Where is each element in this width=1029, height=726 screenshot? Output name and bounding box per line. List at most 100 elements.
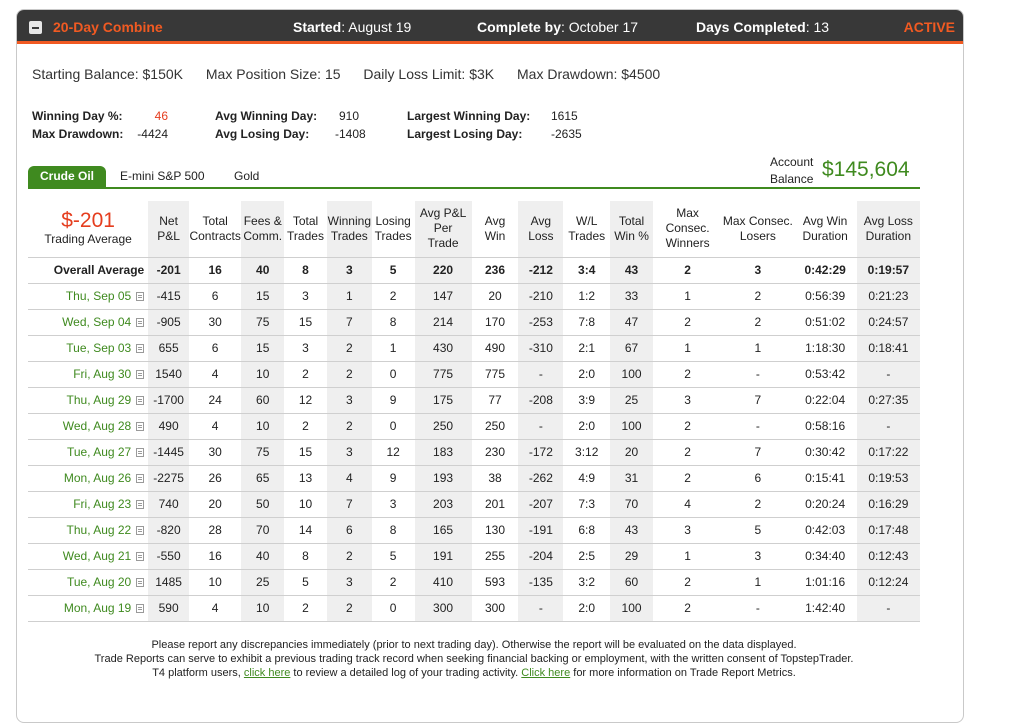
- table-cell: 490: [471, 335, 519, 362]
- winning-day-label: Winning Day %:: [32, 109, 123, 123]
- table-cell: 2:0: [563, 595, 611, 622]
- table-row[interactable]: Wed, Aug 28 490 4 10 2 2 0 250 250-2:0 100 2-0:58:…: [28, 413, 920, 440]
- table-cell: 2:0: [563, 413, 611, 440]
- table-cell: 6: [188, 335, 242, 362]
- table-cell: 201: [471, 491, 519, 518]
- table-cell: 0:17:48: [856, 517, 920, 544]
- table-cell: 2: [326, 335, 372, 362]
- table-cell: 1: [652, 543, 723, 570]
- table-row[interactable]: Thu, Sep 05 -415 6 15 3 1 2 147 20 -210 1:2 33 1 2 0:5…: [28, 283, 920, 310]
- table-cell: 2: [326, 595, 372, 622]
- table-cell: 430: [414, 335, 472, 362]
- table-cell: 67: [610, 335, 653, 362]
- footer-notes: Please report any discrepancies immediat…: [28, 638, 920, 680]
- largest-losing-label: Largest Losing Day:: [407, 127, 523, 141]
- table-row[interactable]: Tue, Aug 20 1485 10 25 5 3 2 410 593 -135 3:2 60 2 1 1…: [28, 569, 920, 596]
- report-doc-icon[interactable]: [136, 448, 145, 458]
- row-date[interactable]: Wed, Aug 21: [28, 543, 149, 570]
- row-date[interactable]: Mon, Aug 26: [28, 465, 149, 492]
- metrics-link[interactable]: Click here: [521, 667, 570, 679]
- report-doc-icon[interactable]: [136, 344, 145, 354]
- stats-col-2: Avg Winning Day: 910 Avg Losing Day: -1408: [215, 107, 366, 143]
- table-row[interactable]: Thu, Aug 29 -1700 24 60 12 3 9 175 77 -208 3:9 25 3 7…: [28, 387, 920, 414]
- table-cell: 20: [610, 439, 653, 466]
- tab-crude-oil[interactable]: Crude Oil: [28, 166, 107, 187]
- row-date[interactable]: Fri, Aug 30: [28, 361, 149, 388]
- table-cell: -262: [518, 465, 564, 492]
- table-cell: 191: [414, 543, 472, 570]
- table-row[interactable]: Wed, Sep 04 -905 30 75 15 7 8 214 170 -253 7:8 47 2 2…: [28, 309, 920, 336]
- table-cell: 8: [371, 517, 415, 544]
- report-doc-icon[interactable]: [136, 422, 145, 432]
- collapse-icon[interactable]: [29, 21, 42, 34]
- table-cell: 2: [652, 361, 723, 388]
- report-doc-icon[interactable]: [136, 474, 145, 484]
- row-date[interactable]: Tue, Aug 27: [28, 439, 149, 466]
- table-cell: -550: [148, 543, 189, 570]
- table-cell: 10: [284, 491, 327, 518]
- table-cell: 15: [241, 283, 285, 310]
- row-date[interactable]: Wed, Sep 04: [28, 309, 149, 336]
- table-cell: 1: [722, 569, 794, 596]
- tab-emini-sp500[interactable]: E-mini S&P 500: [108, 166, 217, 187]
- report-doc-icon[interactable]: [136, 318, 145, 328]
- table-cell: 1:01:16: [793, 569, 857, 596]
- row-date[interactable]: Thu, Aug 29: [28, 387, 149, 414]
- table-cell: -2275: [148, 465, 189, 492]
- row-date[interactable]: Mon, Aug 19: [28, 595, 149, 622]
- table-cell: 40: [241, 543, 285, 570]
- table-cell: 8: [284, 256, 327, 284]
- starting-balance: Starting Balance: $150K: [32, 66, 183, 82]
- report-doc-icon[interactable]: [136, 526, 145, 536]
- table-row[interactable]: Wed, Aug 21 -550 16 40 8 2 5 191 255 -204 2:5 29 1 3 0…: [28, 543, 920, 570]
- table-cell: 2: [326, 543, 372, 570]
- started-info: Started: August 19: [293, 19, 412, 35]
- max-drawdown-limit: Max Drawdown: $4500: [517, 66, 661, 82]
- table-row[interactable]: Mon, Aug 26 -2275 26 65 13 4 9 193 38 -262 4:9 31 2 6…: [28, 465, 920, 492]
- tab-gold[interactable]: Gold: [222, 166, 271, 187]
- table-cell: 2: [652, 439, 723, 466]
- column-header: Losing Trades: [374, 213, 412, 243]
- table-cell: 6: [326, 517, 372, 544]
- report-doc-icon[interactable]: [136, 604, 145, 614]
- table-row[interactable]: Tue, Sep 03 655 6 15 3 2 1 430 490 -310 2:1 67 1 1 1:1…: [28, 335, 920, 362]
- table-row[interactable]: Tue, Aug 27 -1445 30 75 15 3 12 183 230 -172 3:12 2…: [28, 439, 920, 466]
- stats-col-1: Winning Day %: 46 Max Drawdown: -4424: [32, 107, 168, 143]
- table-cell: 20: [188, 491, 242, 518]
- table-cell: 220: [414, 256, 472, 284]
- row-date[interactable]: Wed, Aug 28: [28, 413, 149, 440]
- report-doc-icon[interactable]: [136, 552, 145, 562]
- row-date[interactable]: Fri, Aug 23: [28, 491, 149, 518]
- table-cell: 8: [284, 543, 327, 570]
- table-row[interactable]: Mon, Aug 19 590 4 10 2 2 0 300 300-2:0 100 2-1:42:…: [28, 595, 920, 622]
- report-doc-icon[interactable]: [136, 292, 145, 302]
- table-cell: 1: [722, 335, 794, 362]
- row-date[interactable]: Tue, Sep 03: [28, 335, 149, 362]
- table-cell: 26: [188, 465, 242, 492]
- column-header: Total Contracts: [189, 213, 241, 243]
- avg-winning-value: 910: [338, 109, 359, 123]
- table-cell: 3: [326, 387, 372, 414]
- table-cell: 0:12:43: [856, 543, 920, 570]
- table-row[interactable]: Thu, Aug 22 -820 28 70 14 6 8 165 130 -191 6:8 43 3 5…: [28, 517, 920, 544]
- row-date[interactable]: Thu, Sep 05: [28, 283, 149, 310]
- table-cell: 0: [371, 361, 415, 388]
- column-header: Avg Win: [484, 213, 506, 243]
- table-cell: 193: [414, 465, 472, 492]
- table-row[interactable]: Fri, Aug 30 1540 4 10 2 2 0 775 775-2:0 100 2-0:53…: [28, 361, 920, 388]
- report-doc-icon[interactable]: [136, 396, 145, 406]
- avg-losing-label: Avg Losing Day:: [215, 127, 310, 141]
- table-cell: -: [722, 361, 794, 388]
- report-doc-icon[interactable]: [136, 370, 145, 380]
- column-header: Max Consec. Losers: [722, 213, 793, 243]
- winning-day-value: 46: [154, 109, 168, 123]
- report-doc-icon[interactable]: [136, 578, 145, 588]
- row-date[interactable]: Tue, Aug 20: [28, 569, 149, 596]
- click-here-link[interactable]: click here: [244, 667, 290, 679]
- table-cell: 0: [371, 595, 415, 622]
- table-cell: 30: [188, 439, 242, 466]
- row-date[interactable]: Thu, Aug 22: [28, 517, 149, 544]
- table-cell: 8: [371, 309, 415, 336]
- table-row[interactable]: Fri, Aug 23 740 20 50 10 7 3 203 201 -207 7:3 70 4 2 0…: [28, 491, 920, 518]
- report-doc-icon[interactable]: [136, 500, 145, 510]
